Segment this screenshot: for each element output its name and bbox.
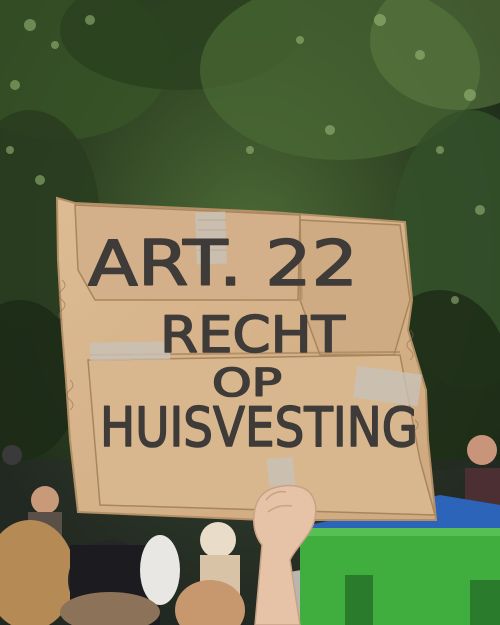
- sign-line-huisvesting: HUISVESTING: [100, 396, 418, 459]
- sign-line-recht: RECHT: [160, 306, 345, 364]
- cardboard-sign: ART. 22 RECHT OP HUISVESTING: [55, 196, 438, 521]
- protest-photo: ART. 22 RECHT OP HUISVESTING: [0, 0, 500, 625]
- sign-line-article: ART. 22: [88, 227, 358, 300]
